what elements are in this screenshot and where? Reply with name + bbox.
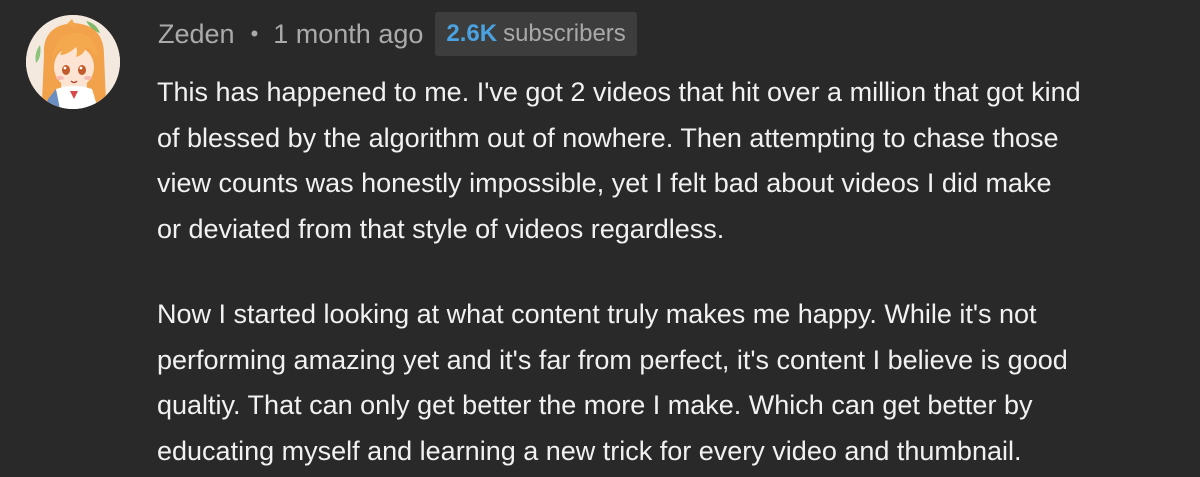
- comment-header: Zeden • 1 month ago 2.6K subscribers: [158, 11, 637, 57]
- comment-text-line: or deviated from that style of videos re…: [157, 213, 725, 244]
- comment-text-line: view counts was honestly impossible, yet…: [157, 168, 1052, 198]
- author-name[interactable]: Zeden: [158, 19, 235, 50]
- comment-thread-item: Zeden • 1 month ago 2.6K subscribers Thi…: [0, 0, 1200, 477]
- subscriber-count: 2.6K: [446, 20, 498, 47]
- anime-character-avatar-icon: [26, 15, 120, 109]
- meta-separator: •: [250, 21, 259, 46]
- comment-text-line: Now I started looking at what content tr…: [157, 299, 1037, 329]
- comment-timestamp[interactable]: 1 month ago: [273, 19, 423, 50]
- comment-text-line: qualtiy. That can only get better the mo…: [157, 390, 1033, 420]
- subscriber-badge[interactable]: 2.6K subscribers: [435, 12, 637, 56]
- comment-text-line: educating myself and learning a new tric…: [157, 435, 1022, 466]
- subscriber-label: subscribers: [503, 20, 626, 47]
- comment-text-line: performing amazing yet and it's far from…: [157, 344, 1068, 375]
- comment-text-line: of blessed by the algorithm out of nowhe…: [157, 122, 1059, 153]
- comment-text-line: This has happened to me. I've got 2 vide…: [157, 77, 1081, 107]
- comment-body: This has happened to me. I've got 2 vide…: [157, 70, 1197, 474]
- avatar[interactable]: [26, 15, 120, 109]
